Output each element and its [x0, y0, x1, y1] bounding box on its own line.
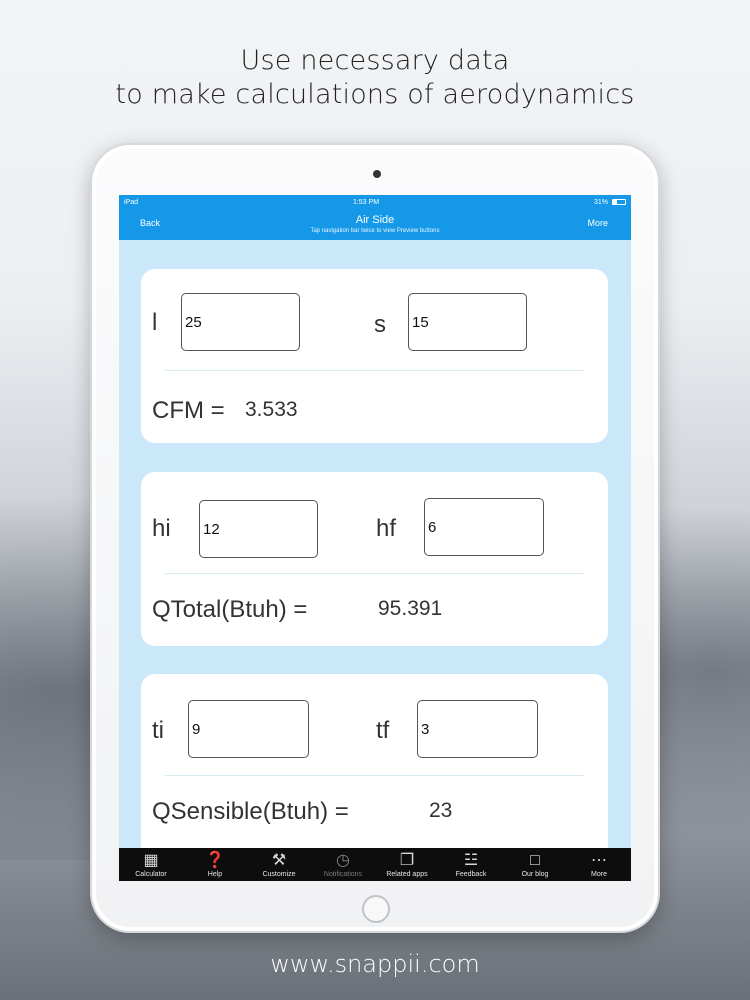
headline-line-1: Use necessary data — [240, 45, 510, 76]
field-label-ti: ti — [152, 717, 164, 744]
hi-input[interactable]: 12 — [199, 500, 318, 558]
promo-headline: Use necessary data to make calculations … — [0, 44, 750, 112]
nav-hint: Tap navigation bar twice to view Preview… — [310, 228, 440, 234]
feedback-icon: ☳ — [463, 852, 479, 869]
field-label-s: s — [374, 311, 386, 338]
tools-icon: ⚒ — [271, 852, 287, 869]
status-bar: iPad 1:53 PM 31% — [119, 195, 631, 209]
tab-related-apps[interactable]: ❐ Related apps — [375, 848, 439, 881]
tab-label: More — [591, 871, 607, 878]
divider — [165, 775, 584, 776]
tab-feedback[interactable]: ☳ Feedback — [439, 848, 503, 881]
qtotal-label: QTotal(Btuh) = — [152, 596, 308, 623]
notifications-icon: ◷ — [336, 852, 350, 869]
field-label-l: l — [152, 309, 158, 336]
tab-label: Customize — [262, 871, 296, 878]
tab-customize[interactable]: ⚒ Customize — [247, 848, 311, 881]
tab-bar: ▦ Calculator ❓ Help ⚒ Customize ◷ Notifi… — [119, 848, 631, 881]
field-label-tf: tf — [376, 717, 390, 744]
field-label-hf: hf — [376, 515, 397, 542]
tab-label: Notifications — [323, 871, 363, 878]
page-title: Air Side — [355, 214, 395, 226]
help-icon: ❓ — [205, 852, 225, 869]
l-input[interactable]: 25 — [181, 293, 300, 351]
status-right: 31% — [594, 199, 626, 206]
camera-icon — [373, 170, 381, 178]
qsensible-card: ti 9 tf 3 QSensible(Btuh) = 23 — [141, 674, 608, 864]
cfm-card: l 25 s 15 CFM = 3.533 — [141, 269, 608, 443]
tab-label: Help — [207, 871, 223, 878]
cfm-value: 3.533 — [245, 398, 298, 421]
hf-input[interactable]: 6 — [424, 498, 544, 556]
divider — [165, 370, 584, 371]
calculator-icon: ▦ — [143, 852, 159, 869]
tab-our-blog[interactable]: □ Our blog — [503, 848, 567, 881]
status-time: 1:53 PM — [352, 198, 380, 206]
home-button[interactable] — [362, 895, 390, 923]
device-label: iPad — [124, 198, 139, 206]
battery-icon — [611, 199, 626, 205]
tab-help[interactable]: ❓ Help — [183, 848, 247, 881]
blog-icon: □ — [530, 852, 540, 869]
qsensible-value: 23 — [429, 799, 453, 822]
cfm-label: CFM = — [152, 397, 225, 424]
tab-label: Our blog — [521, 871, 549, 878]
tab-label: Calculator — [135, 871, 167, 878]
headline-line-2: to make calculations of aerodynamics — [115, 79, 635, 110]
more-icon: ⋯ — [591, 852, 607, 869]
qtotal-value: 95.391 — [378, 597, 443, 620]
related-apps-icon: ❐ — [399, 852, 415, 869]
qsensible-label: QSensible(Btuh) = — [152, 798, 349, 825]
more-button[interactable]: More — [587, 218, 608, 228]
tab-notifications[interactable]: ◷ Notifications — [311, 848, 375, 881]
tab-calculator[interactable]: ▦ Calculator — [119, 848, 183, 881]
tab-more[interactable]: ⋯ More — [567, 848, 631, 881]
qtotal-card: hi 12 hf 6 QTotal(Btuh) = 95.391 — [141, 472, 608, 646]
navigation-bar[interactable]: Back Air Side Tap navigation bar twice t… — [119, 209, 631, 240]
divider — [165, 573, 584, 574]
app-screen: iPad 1:53 PM 31% Back Air Side Tap navig… — [119, 195, 631, 881]
field-label-hi: hi — [152, 515, 171, 542]
tf-input[interactable]: 3 — [417, 700, 538, 758]
tab-label: Related apps — [386, 871, 428, 878]
battery-percent: 31% — [593, 198, 608, 206]
ti-input[interactable]: 9 — [188, 700, 309, 758]
tab-label: Feedback — [455, 871, 487, 878]
s-input[interactable]: 15 — [408, 293, 527, 351]
website-footer: www.snappii.com — [270, 950, 480, 978]
